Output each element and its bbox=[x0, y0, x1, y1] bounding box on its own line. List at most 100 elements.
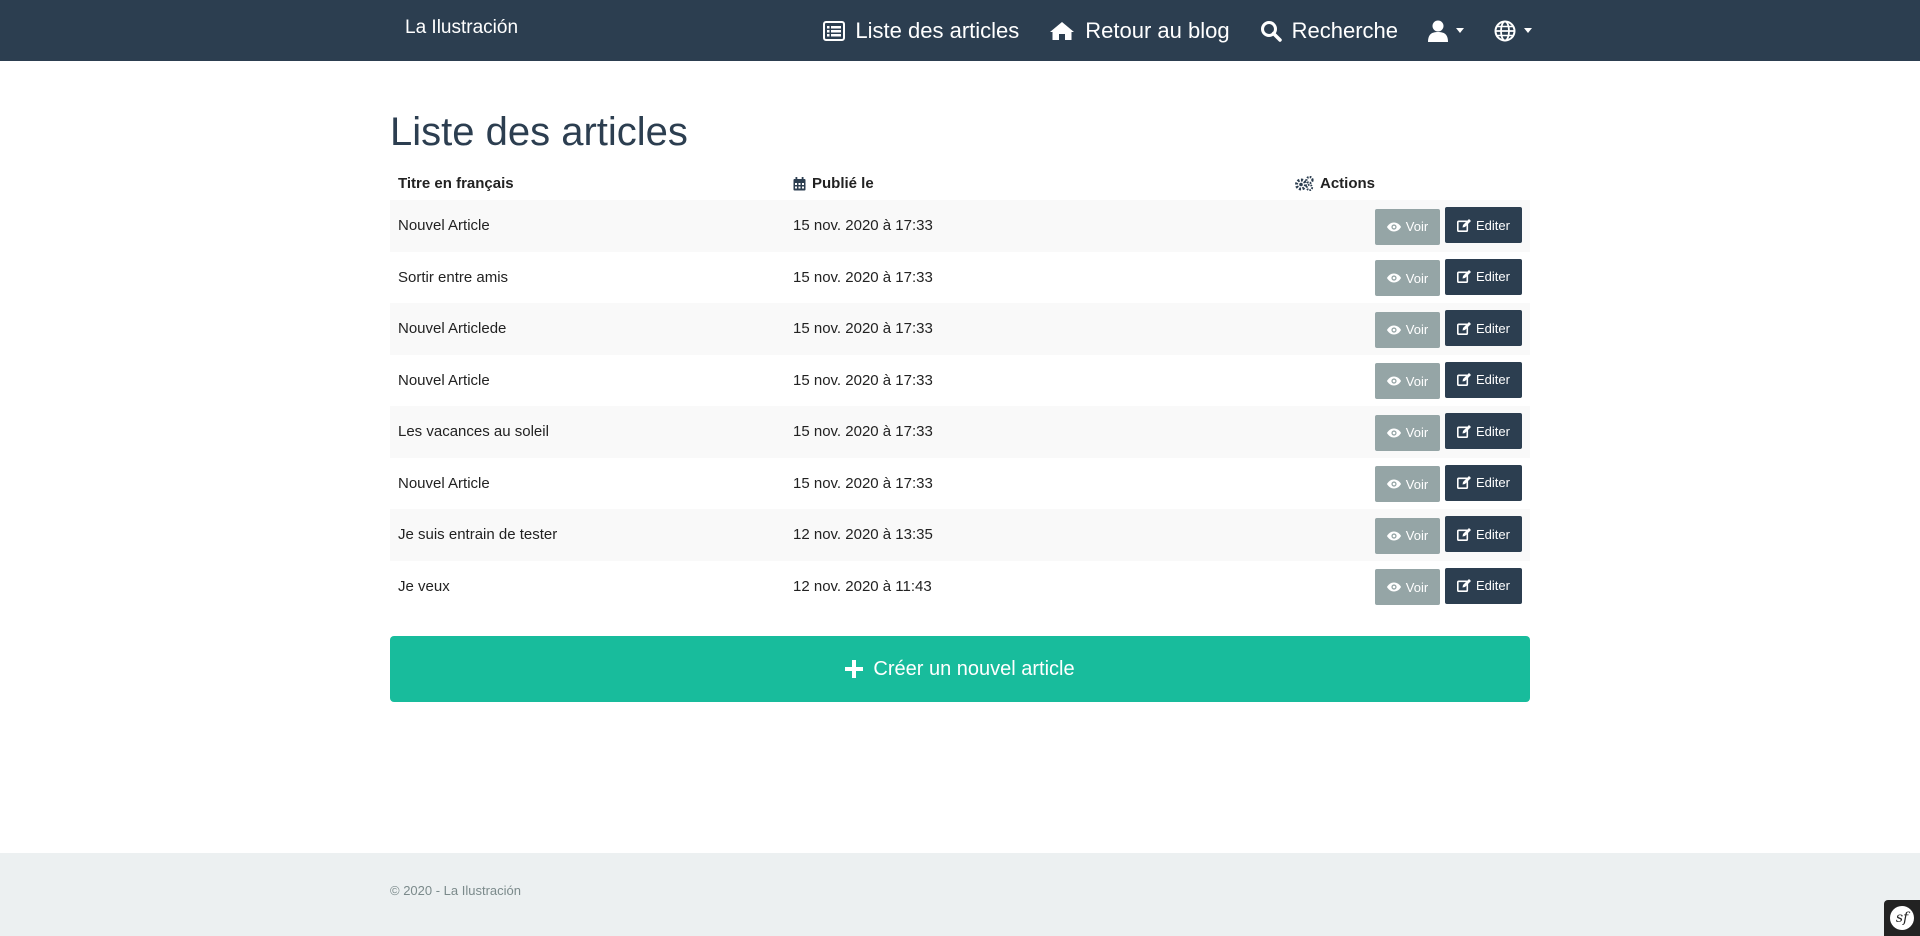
debug-toolbar-toggle[interactable]: sf bbox=[1884, 900, 1920, 936]
view-article-button[interactable]: Voir bbox=[1375, 208, 1440, 245]
nav-link-label: Recherche bbox=[1291, 17, 1398, 43]
article-published-date: 15 nov. 2020 à 17:33 bbox=[793, 371, 933, 389]
edit-icon bbox=[1457, 270, 1472, 283]
table-row: Sortir entre amis 15 nov. 2020 à 17:33 Voi… bbox=[390, 252, 1530, 304]
language-menu-toggle[interactable] bbox=[1494, 20, 1532, 42]
edit-article-button[interactable]: Editer bbox=[1445, 207, 1522, 243]
view-article-button[interactable]: Voir bbox=[1375, 569, 1440, 605]
nav-links: Liste des articles Retour au blog Recher… bbox=[793, 0, 1532, 61]
nav-link-search[interactable]: Recherche bbox=[1260, 18, 1398, 44]
brand-link[interactable]: La Ilustración bbox=[405, 17, 518, 39]
caret-down-icon bbox=[1456, 28, 1464, 33]
edit-article-button[interactable]: Editer bbox=[1445, 516, 1522, 552]
article-title: Nouvel Article bbox=[398, 474, 490, 492]
plus-icon bbox=[845, 660, 864, 678]
caret-down-icon bbox=[1524, 28, 1532, 33]
top-navbar: La Ilustración Liste des articles Retour… bbox=[0, 0, 1920, 61]
edit-article-button[interactable]: Editer bbox=[1445, 361, 1522, 398]
edit-icon bbox=[1457, 527, 1472, 541]
edit-button-label: Editer bbox=[1476, 475, 1510, 490]
edit-button-label: Editer bbox=[1476, 423, 1510, 439]
table-row: Nouvel Article 15 nov. 2020 à 17:33 Voir Ed… bbox=[390, 200, 1530, 252]
footer: © 2020 - La Ilustración bbox=[0, 853, 1920, 936]
article-actions: Voir Editer bbox=[1287, 509, 1530, 561]
article-title: Je suis entrain de tester bbox=[390, 509, 785, 561]
articles-table: Titre en français Publié le Actions Nouv… bbox=[390, 167, 1530, 612]
eye-icon bbox=[1386, 325, 1401, 334]
edit-article-button[interactable]: Editer bbox=[1445, 310, 1522, 346]
cogs-icon bbox=[1295, 176, 1314, 191]
nav-link-articles[interactable]: Liste des articles bbox=[823, 18, 1019, 44]
eye-icon bbox=[1386, 273, 1401, 283]
view-button-label: Voir bbox=[1405, 219, 1429, 234]
view-article-button[interactable]: Voir bbox=[1375, 466, 1440, 502]
nav-link-blog[interactable]: Retour au blog bbox=[1049, 17, 1230, 44]
user-icon bbox=[1428, 20, 1448, 42]
edit-button-label: Editer bbox=[1476, 269, 1510, 284]
table-row: Nouvel Articlede 15 nov. 2020 à 17:33 Voir… bbox=[390, 303, 1530, 355]
list-icon bbox=[823, 20, 846, 41]
article-published-date: 15 nov. 2020 à 17:33 bbox=[793, 474, 933, 492]
globe-icon bbox=[1494, 20, 1516, 41]
column-header-actions: Actions bbox=[1287, 167, 1530, 200]
article-actions: Voir Editer bbox=[1287, 200, 1530, 252]
view-article-button[interactable]: Voir bbox=[1375, 517, 1440, 554]
edit-icon bbox=[1457, 321, 1472, 335]
article-published-date: 15 nov. 2020 à 17:33 bbox=[785, 200, 1287, 252]
edit-button-label: Editer bbox=[1476, 372, 1510, 387]
edit-icon bbox=[1457, 373, 1472, 386]
article-actions: Voir Editer bbox=[1287, 252, 1530, 304]
column-header-published: Publié le bbox=[785, 167, 1287, 200]
article-actions: Voir Editer bbox=[1287, 303, 1530, 355]
page-title: Liste des articles bbox=[390, 110, 688, 154]
edit-button-label: Editer bbox=[1476, 217, 1510, 233]
article-published-date: 15 nov. 2020 à 17:33 bbox=[785, 406, 1287, 458]
edit-icon bbox=[1457, 424, 1472, 438]
view-button-label: Voir bbox=[1405, 528, 1429, 543]
article-title: Les vacances au soleil bbox=[390, 406, 785, 458]
eye-icon bbox=[1386, 222, 1401, 231]
edit-article-button[interactable]: Editer bbox=[1445, 464, 1522, 501]
column-header-label: Actions bbox=[1320, 175, 1376, 192]
article-title: Nouvel Article bbox=[398, 371, 490, 389]
home-icon bbox=[1050, 21, 1075, 40]
article-published-date: 12 nov. 2020 à 11:43 bbox=[793, 577, 932, 595]
column-header-label: Titre en français bbox=[398, 175, 514, 192]
article-title: Sortir entre amis bbox=[398, 268, 509, 286]
view-button-label: Voir bbox=[1405, 425, 1429, 440]
create-article-button[interactable]: Créer un nouvel article bbox=[390, 636, 1530, 702]
eye-icon bbox=[1386, 531, 1401, 540]
eye-icon bbox=[1386, 428, 1401, 437]
edit-icon bbox=[1457, 579, 1472, 592]
view-article-button[interactable]: Voir bbox=[1375, 363, 1440, 399]
user-menu-toggle[interactable] bbox=[1428, 20, 1464, 42]
eye-icon bbox=[1386, 582, 1401, 592]
view-button-label: Voir bbox=[1405, 373, 1429, 389]
edit-article-button[interactable]: Editer bbox=[1445, 413, 1522, 449]
eye-icon bbox=[1386, 479, 1401, 489]
view-button-label: Voir bbox=[1405, 322, 1429, 337]
view-button-label: Voir bbox=[1405, 476, 1429, 492]
view-article-button[interactable]: Voir bbox=[1375, 414, 1440, 451]
article-actions: Voir Editer bbox=[1287, 458, 1530, 510]
search-icon bbox=[1260, 20, 1282, 42]
edit-button-label: Editer bbox=[1476, 320, 1510, 336]
table-row: Nouvel Article 15 nov. 2020 à 17:33 Voir Ed… bbox=[390, 355, 1530, 407]
symfony-logo-icon: sf bbox=[1890, 906, 1914, 930]
table-row: Je veux 12 nov. 2020 à 11:43 Voir Editer bbox=[390, 561, 1530, 613]
article-published-date: 15 nov. 2020 à 17:33 bbox=[785, 303, 1287, 355]
view-article-button[interactable]: Voir bbox=[1375, 260, 1440, 296]
table-row: Nouvel Article 15 nov. 2020 à 17:33 Voir Ed… bbox=[390, 458, 1530, 510]
edit-article-button[interactable]: Editer bbox=[1445, 567, 1522, 604]
table-row: Les vacances au soleil 15 nov. 2020 à 17:… bbox=[390, 406, 1530, 458]
table-header-row: Titre en français Publié le Actions bbox=[390, 167, 1530, 200]
nav-link-label: Liste des articles bbox=[855, 17, 1020, 43]
nav-link-label: Retour au blog bbox=[1085, 17, 1230, 43]
edit-icon bbox=[1457, 476, 1472, 489]
column-header-title: Titre en français bbox=[390, 167, 785, 200]
edit-icon bbox=[1457, 218, 1472, 232]
view-article-button[interactable]: Voir bbox=[1375, 311, 1440, 348]
view-button-label: Voir bbox=[1405, 270, 1429, 286]
edit-article-button[interactable]: Editer bbox=[1445, 258, 1522, 295]
article-published-date: 15 nov. 2020 à 17:33 bbox=[793, 268, 933, 286]
